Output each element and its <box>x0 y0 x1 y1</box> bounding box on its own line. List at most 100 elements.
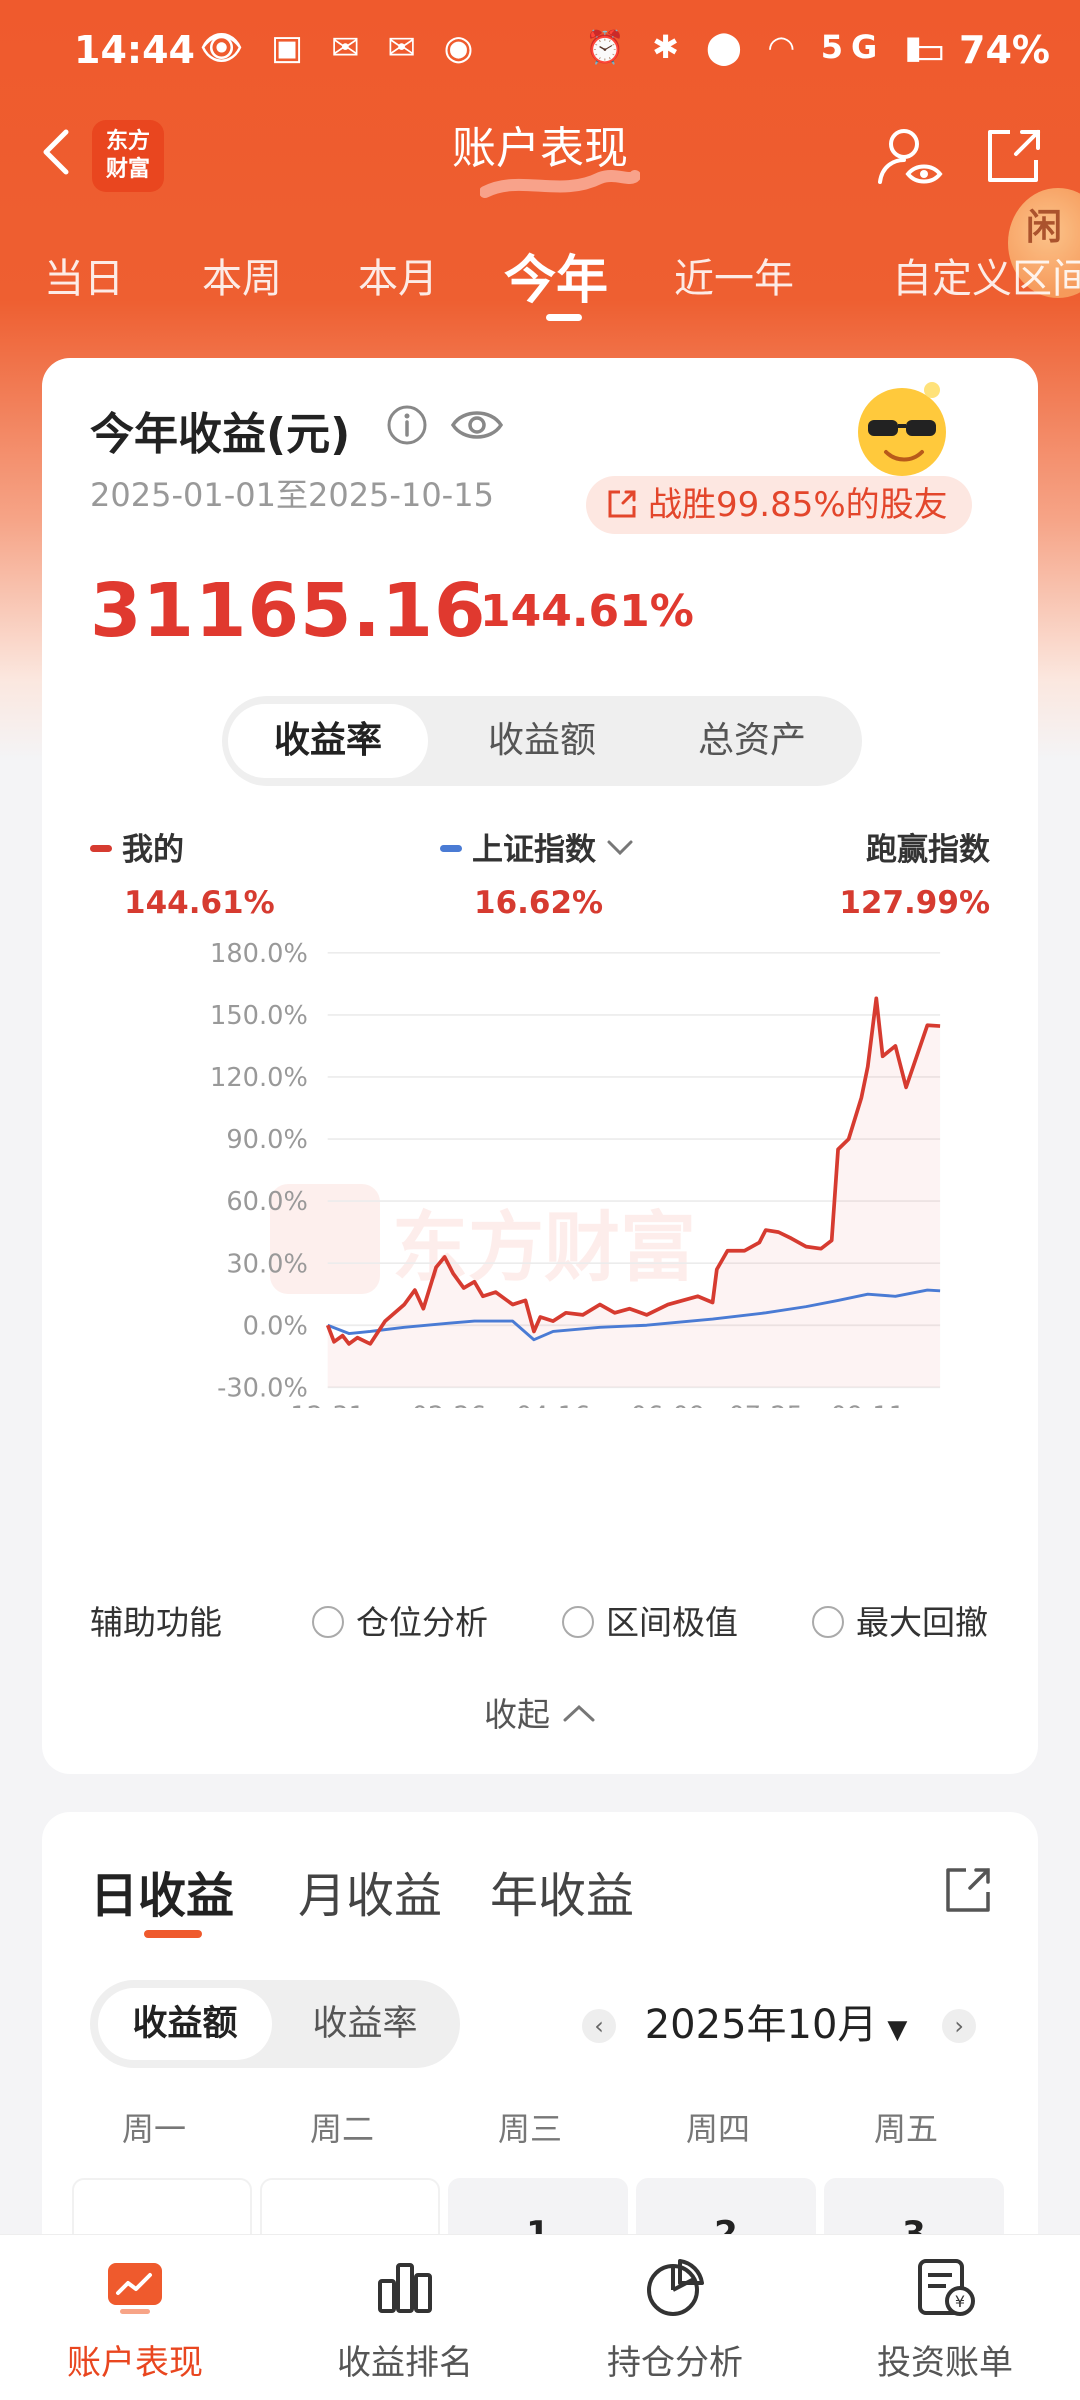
weekday-label: 周四 <box>685 2110 750 2148</box>
x-tick-label: 12-31 <box>290 1402 365 1408</box>
bottom-nav-profit-ranking[interactable]: 收益排名 <box>270 2255 540 2384</box>
seg-return-amount[interactable]: 收益额 <box>442 704 642 778</box>
weekday-label: 周三 <box>497 2110 562 2148</box>
tab-daily-profit[interactable]: 日收益 <box>90 1856 234 1926</box>
legend-mine-value: 144.61% <box>124 885 275 921</box>
chart-card-icon <box>108 2263 162 2314</box>
beat-text: 战胜99.85%的股友 <box>648 485 948 525</box>
legend-index-label: 上证指数 <box>472 832 596 868</box>
daily-tab-indicator <box>144 1930 202 1938</box>
battery-level: 74% <box>959 28 1050 72</box>
radio-icon[interactable] <box>562 1606 594 1638</box>
y-tick-label: 150.0% <box>210 1001 308 1031</box>
radio-icon[interactable] <box>812 1606 844 1638</box>
next-month-icon[interactable]: › <box>942 2009 977 2043</box>
legend-mine-label: 我的 <box>122 832 184 868</box>
legend-beat-value: 127.99% <box>839 885 990 921</box>
legend-mine: 我的 144.61% <box>90 824 275 921</box>
aux-option-label: 区间极值 <box>606 1603 738 1642</box>
chart-mode-switch: 收益率 收益额 总资产 <box>222 696 862 786</box>
bottom-nav-account-performance[interactable]: 账户表现 <box>0 2255 270 2384</box>
status-bar: 14:44 👁 ▣ ✉ ✉ ◉ ⏰ ✱ ⬤ ◠ 5G ▮ ▭ 74% <box>0 0 1080 100</box>
share-icon[interactable] <box>942 1864 994 1916</box>
aux-label: 辅助功能 <box>90 1603 222 1642</box>
legend-mine-swatch <box>90 845 112 852</box>
nav-bar: 东方 财富 账户表现 闲 <box>0 100 1080 298</box>
weekday-header: 周一 周二 周三 周四 周五 <box>64 2104 1014 2154</box>
legend-beat: 跑赢指数 127.99% <box>839 824 990 921</box>
battery-percent: ▭ 74% <box>910 28 1050 72</box>
info-icon[interactable] <box>386 404 428 446</box>
bottom-nav-holding-analysis[interactable]: 持仓分析 <box>540 2255 810 2384</box>
collapse-label: 收起 <box>484 1695 550 1734</box>
summary-card: 今年收益(元) 2025-01-01至2025-10-15 战胜99.85%的股… <box>42 358 1038 1774</box>
y-tick-label: 0.0% <box>243 1311 308 1341</box>
share-icon[interactable] <box>980 124 1046 190</box>
series-area-mine <box>327 998 941 1388</box>
legend-index-value: 16.62% <box>474 885 604 921</box>
x-tick-label: 07-25 <box>728 1402 803 1408</box>
bill-icon: ¥ <box>918 2259 975 2316</box>
pie-chart-icon <box>647 2259 704 2316</box>
aux-max-drawdown[interactable]: 最大回撤 <box>812 1596 988 1644</box>
tab-monthly-profit[interactable]: 月收益 <box>298 1856 442 1926</box>
beat-percent-badge[interactable]: 战胜99.85%的股友 <box>586 476 972 534</box>
caret-down-icon[interactable]: ▼ <box>887 2015 907 2045</box>
aux-position-analysis[interactable]: 仓位分析 <box>312 1596 488 1644</box>
tab-yearly-profit[interactable]: 年收益 <box>490 1856 634 1926</box>
legend-index[interactable]: 上证指数 16.62% <box>440 824 634 921</box>
chart-legend: 我的 144.61% 上证指数 16.62% 跑赢指数 127.99% <box>90 824 990 924</box>
notification-icons: 👁 ▣ ✉ ✉ ◉ <box>200 28 482 68</box>
network-label: 5G <box>820 28 886 66</box>
eye-icon[interactable] <box>450 402 504 448</box>
daily-mode-switch: 收益额 收益率 <box>90 1980 460 2068</box>
seg-return-rate[interactable]: 收益率 <box>228 704 428 778</box>
aux-option-label: 最大回撤 <box>856 1603 988 1642</box>
x-tick-label: 04-16 <box>516 1402 591 1408</box>
aux-functions: 辅助功能 仓位分析 区间极值 最大回撤 <box>90 1590 1010 1650</box>
y-tick-label: 120.0% <box>210 1063 308 1093</box>
tab-month[interactable]: 本月 <box>358 246 438 304</box>
bottom-nav-investment-bill[interactable]: ¥ 投资账单 <box>810 2255 1080 2384</box>
tab-custom-range[interactable]: 自定义区间 <box>892 246 1080 304</box>
return-rate-chart: 180.0% 150.0% 120.0% 90.0% 60.0% 30.0% 0.0% -30… <box>210 939 941 1408</box>
aux-range-extreme[interactable]: 区间极值 <box>562 1596 738 1644</box>
weekday-label: 周二 <box>309 2110 374 2148</box>
x-tick-label: 02-26 <box>412 1402 487 1408</box>
seg-total-assets[interactable]: 总资产 <box>652 704 852 778</box>
share-out-icon <box>608 490 636 518</box>
period-tabs: 当日 本周 本月 今年 近一年 自定义区间 <box>0 238 1080 321</box>
bottom-nav-label: 账户表现 <box>67 2343 203 2383</box>
bottom-nav-label: 收益排名 <box>337 2343 473 2383</box>
seg-daily-rate[interactable]: 收益率 <box>278 1988 452 2060</box>
total-profit-percent: 144.61% <box>480 586 694 637</box>
mascot-sunglasses-icon <box>858 382 946 476</box>
system-icons: ⏰ ✱ ⬤ ◠ 5G ▮ <box>585 28 930 66</box>
bottom-nav-label: 持仓分析 <box>607 2343 743 2383</box>
chevron-down-icon[interactable] <box>606 838 634 858</box>
y-tick-label: 30.0% <box>226 1249 307 1279</box>
svg-text:¥: ¥ <box>955 2292 965 2311</box>
tab-last-year[interactable]: 近一年 <box>674 246 794 304</box>
aux-option-label: 仓位分析 <box>356 1603 488 1642</box>
chevron-up-icon <box>563 1704 595 1722</box>
seg-daily-amount[interactable]: 收益额 <box>98 1988 272 2060</box>
bar-chart-icon <box>378 2263 432 2313</box>
prev-month-icon[interactable]: ‹ <box>582 2009 616 2043</box>
tab-today[interactable]: 当日 <box>44 246 124 304</box>
tab-active-indicator <box>546 314 582 321</box>
user-eye-icon[interactable] <box>874 122 944 192</box>
month-picker[interactable]: ‹ 2025年10月 ▼ › <box>582 1990 977 2060</box>
legend-beat-label: 跑赢指数 <box>866 832 990 868</box>
bottom-nav-label: 投资账单 <box>877 2343 1013 2383</box>
summary-title: 今年收益(元) <box>90 409 351 460</box>
weekday-label: 周五 <box>873 2110 938 2148</box>
y-tick-label: 60.0% <box>226 1187 307 1217</box>
bottom-nav: 账户表现 收益排名 持仓分析 ¥ 投资账单 <box>0 2234 1080 2400</box>
battery-icon: ▭ <box>909 28 960 72</box>
collapse-button[interactable]: 收起 <box>42 1688 1038 1736</box>
y-tick-label: -30.0% <box>217 1373 308 1403</box>
tab-this-year[interactable]: 今年 <box>504 238 608 313</box>
radio-icon[interactable] <box>312 1606 344 1638</box>
tab-week[interactable]: 本周 <box>202 246 282 304</box>
